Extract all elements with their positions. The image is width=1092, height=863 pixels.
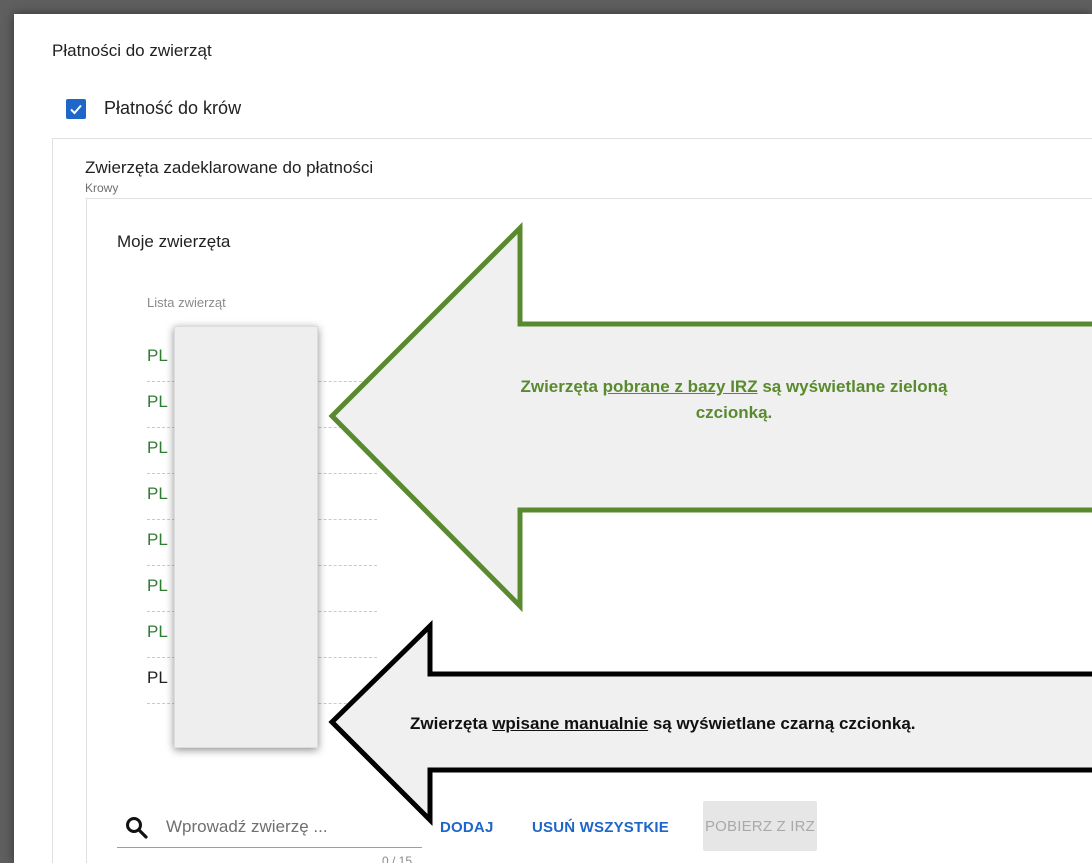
app-frame: Płatności do zwierząt Płatność do krów Z…: [14, 14, 1092, 863]
green-callout-underlined: pobrane z bazy IRZ: [602, 377, 758, 396]
black-callout-prefix: Zwierzęta: [410, 714, 493, 733]
black-callout-suffix: są wyświetlane czarną czcionką.: [648, 714, 916, 733]
black-callout-underlined: wpisane manualnie: [492, 714, 649, 733]
black-callout-text: Zwierzęta wpisane manualnie są wyświetla…: [410, 714, 1092, 734]
callout-arrows: [328, 221, 1092, 827]
green-callout-text: Zwierzęta pobrane z bazy IRZ są wyświetl…: [484, 374, 984, 426]
green-callout-prefix: Zwierzęta: [520, 377, 603, 396]
